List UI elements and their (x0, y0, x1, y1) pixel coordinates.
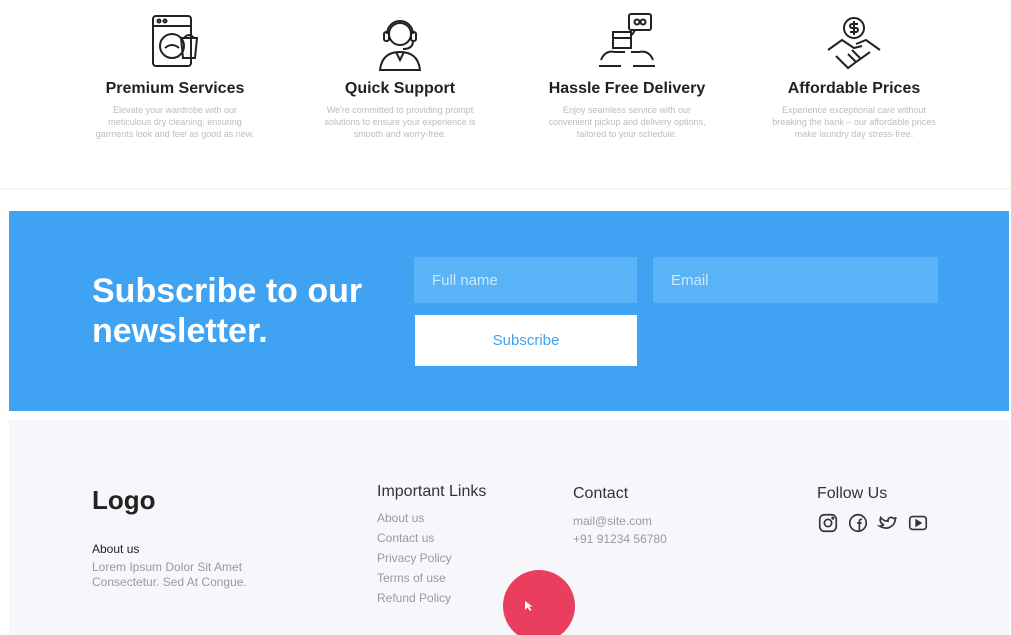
link-refund-policy[interactable]: Refund Policy (377, 588, 452, 608)
delivery-icon (599, 13, 655, 67)
newsletter-section: Subscribe to our newsletter. Subscribe (9, 211, 1009, 411)
twitter-icon[interactable] (877, 512, 899, 534)
feature-title: Quick Support (344, 80, 456, 97)
about-text: Lorem Ipsum Dolor Sit Amet Consectetur. … (92, 560, 247, 589)
washing-machine-icon (152, 15, 199, 67)
contact-email[interactable]: mail@site.com (573, 514, 652, 528)
feature-title: Affordable Prices (787, 80, 921, 97)
price-hand-icon (827, 17, 881, 70)
feature-premium-services: Premium Services Elevate your wardrobe w… (80, 10, 270, 140)
youtube-icon[interactable] (907, 512, 929, 534)
cursor-arrow-icon (525, 601, 533, 611)
facebook-icon[interactable] (847, 512, 869, 534)
fullname-input[interactable] (414, 257, 637, 303)
feature-title: Premium Services (105, 80, 245, 97)
cursor-highlight (503, 570, 575, 635)
important-links-title: Important Links (377, 483, 487, 500)
link-privacy-policy[interactable]: Privacy Policy (377, 548, 452, 568)
follow-us-title: Follow Us (817, 485, 888, 502)
features-section: Premium Services Elevate your wardrobe w… (0, 0, 1011, 190)
feature-description: Enjoy seamless service with our convenie… (548, 105, 706, 139)
contact-phone[interactable]: +91 91234 56780 (573, 532, 667, 546)
link-terms-of-use[interactable]: Terms of use (377, 568, 452, 588)
link-contact-us[interactable]: Contact us (377, 528, 452, 548)
important-links-list: About us Contact us Privacy Policy Terms… (377, 508, 452, 608)
feature-quick-support: Quick Support We're committed to providi… (305, 10, 495, 140)
email-input[interactable] (653, 257, 938, 303)
social-links (817, 512, 929, 534)
support-agent-icon (378, 20, 422, 71)
about-heading: About us (92, 542, 140, 556)
feature-affordable-prices: Affordable Prices Experience exceptional… (759, 10, 949, 140)
feature-description: Elevate your wardrobe with our meticulou… (95, 105, 255, 139)
contact-title: Contact (573, 485, 629, 502)
feature-hassle-free-delivery: Hassle Free Delivery Enjoy seamless serv… (532, 10, 722, 140)
feature-description: Experience exceptional care without brea… (772, 105, 936, 139)
instagram-icon[interactable] (817, 512, 839, 534)
subscribe-button[interactable]: Subscribe (415, 315, 637, 366)
footer-logo[interactable]: Logo (92, 485, 156, 516)
link-about-us[interactable]: About us (377, 508, 452, 528)
feature-title: Hassle Free Delivery (548, 80, 706, 97)
feature-description: We're committed to providing prompt solu… (324, 105, 476, 139)
newsletter-title: Subscribe to our newsletter. (92, 272, 363, 350)
